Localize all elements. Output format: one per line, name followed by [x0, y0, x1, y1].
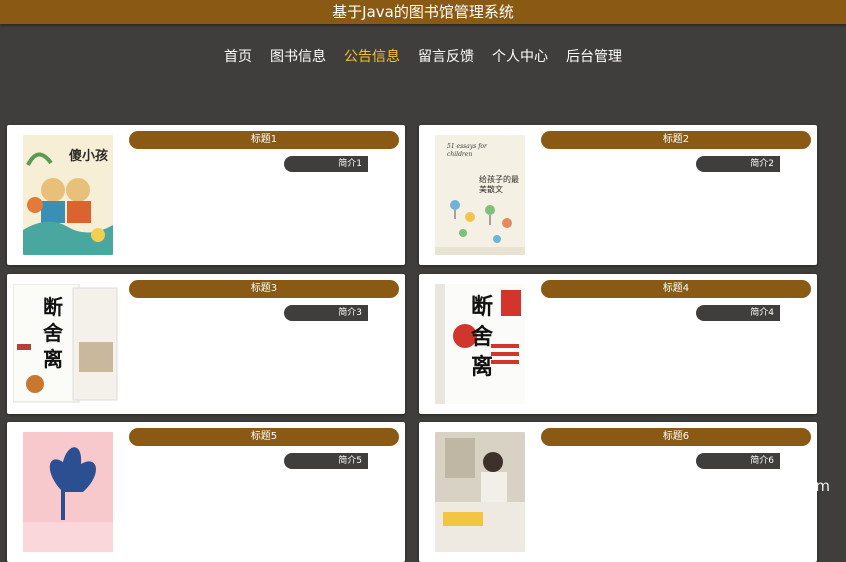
nav-profile[interactable]: 个人中心: [486, 44, 554, 70]
cover-title: 给孩子的最美散文: [479, 175, 519, 194]
notice-intro: 简介5: [284, 453, 368, 469]
notice-title[interactable]: 标题5: [129, 428, 399, 446]
notice-card[interactable]: 断舍离 标题4 简介4: [419, 274, 817, 414]
cover-title: 断舍离: [471, 294, 494, 380]
nav-messages[interactable]: 留言反馈: [412, 44, 480, 70]
cover-subtitle: 51 essays for children: [447, 143, 487, 158]
notice-intro: 简介6: [696, 453, 780, 469]
watermark: CSDN @ZhangBlossom: [656, 477, 830, 495]
notice-card[interactable]: 傻小孩 标题1 简介1: [7, 125, 405, 265]
notice-title[interactable]: 标题3: [129, 280, 399, 298]
notice-card[interactable]: 断舍离 标题3 简介3: [7, 274, 405, 414]
book-cover[interactable]: [435, 432, 525, 552]
nav-books[interactable]: 图书信息: [264, 44, 332, 70]
notice-title[interactable]: 标题6: [541, 428, 811, 446]
notice-intro: 简介4: [696, 305, 780, 321]
notice-title[interactable]: 标题2: [541, 131, 811, 149]
notice-intro: 简介1: [284, 156, 368, 172]
notice-intro: 简介2: [696, 156, 780, 172]
book-cover[interactable]: 傻小孩: [23, 135, 113, 255]
notice-title[interactable]: 标题1: [129, 131, 399, 149]
book-cover[interactable]: 断舍离: [435, 284, 525, 404]
app-header: 基于Java的图书馆管理系统: [0, 0, 846, 24]
cover-title: 傻小孩: [69, 149, 109, 164]
notice-card[interactable]: 51 essays for children 给孩子的最美散文 标题2 简介2: [419, 125, 817, 265]
nav-admin[interactable]: 后台管理: [560, 44, 628, 70]
notice-intro: 简介3: [284, 305, 368, 321]
book-cover[interactable]: [23, 432, 113, 552]
cover-title: 断舍离: [43, 295, 63, 371]
main-nav: 首页 图书信息 公告信息 留言反馈 个人中心 后台管理: [0, 44, 846, 70]
notice-card[interactable]: 标题5 简介5: [7, 422, 405, 562]
nav-home[interactable]: 首页: [218, 44, 258, 70]
notice-title[interactable]: 标题4: [541, 280, 811, 298]
nav-notices[interactable]: 公告信息: [338, 44, 406, 70]
book-cover[interactable]: 断舍离: [13, 284, 123, 404]
app-title: 基于Java的图书馆管理系统: [332, 3, 514, 21]
book-cover[interactable]: 51 essays for children 给孩子的最美散文: [435, 135, 525, 255]
